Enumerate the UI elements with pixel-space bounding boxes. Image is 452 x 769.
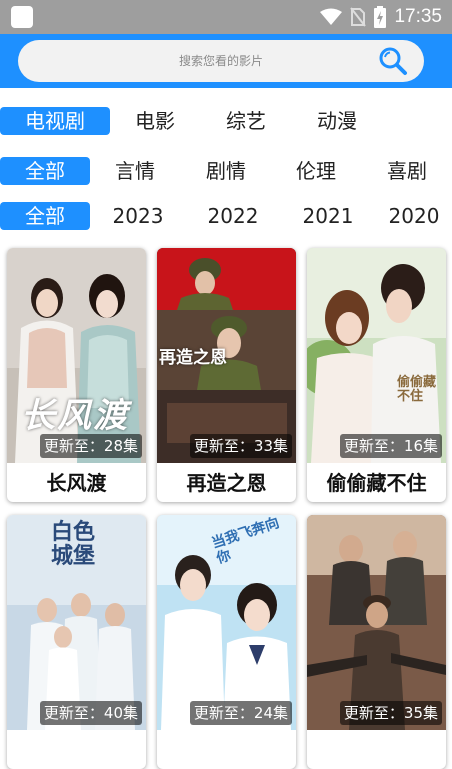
year-2020[interactable]: 2020 — [376, 202, 452, 230]
video-card[interactable]: 长风渡 更新至：28集 长风渡 — [7, 248, 146, 502]
year-all[interactable]: 全部 — [0, 202, 90, 230]
no-sim-icon — [350, 7, 367, 27]
search-placeholder: 搜索您看的影片 — [178, 54, 263, 68]
genre-drama[interactable]: 剧情 — [180, 157, 272, 185]
video-card[interactable]: 再造之恩 更新至：33集 再造之恩 — [157, 248, 296, 502]
poster-title-art: 长风渡 — [21, 396, 129, 436]
video-card[interactable]: 白色城堡 更新至：40集 — [7, 515, 146, 769]
card-title — [7, 731, 146, 769]
tab-anime[interactable]: 动漫 — [292, 107, 382, 135]
poster-image: 白色城堡 更新至：40集 — [7, 515, 146, 730]
app-notification-icon — [11, 6, 33, 28]
episode-badge: 更新至：24集 — [189, 701, 292, 725]
tab-variety[interactable]: 综艺 — [200, 107, 292, 135]
year-filter-row: 全部 2023 2022 2021 2020 — [0, 202, 452, 232]
category-tabs: 电视剧 电影 综艺 动漫 — [0, 107, 452, 137]
poster-title-art: 白色城堡 — [51, 520, 96, 569]
poster-image: 偷偷藏不住 更新至：16集 — [307, 248, 446, 463]
poster-image: 当我飞奔向你 更新至：24集 — [157, 515, 296, 730]
video-card[interactable]: 更新至：35集 — [307, 515, 446, 769]
card-title: 长风渡 — [46, 471, 107, 495]
card-title — [307, 731, 446, 769]
search-input[interactable]: 搜索您看的影片 — [18, 40, 424, 82]
status-bar: 17:35 — [0, 0, 452, 34]
poster-title-art: 再造之恩 — [159, 348, 227, 368]
episode-badge: 更新至：33集 — [189, 434, 292, 458]
wifi-icon — [320, 8, 343, 25]
year-2023[interactable]: 2023 — [92, 202, 184, 230]
episode-badge: 更新至：35集 — [339, 701, 442, 725]
video-card[interactable]: 当我飞奔向你 更新至：24集 — [157, 515, 296, 769]
episode-badge: 更新至：40集 — [39, 701, 142, 725]
header-bar: 搜索您看的影片 — [0, 34, 452, 88]
genre-comedy[interactable]: 喜剧 — [362, 157, 452, 185]
tab-tv-series[interactable]: 电视剧 — [0, 107, 110, 135]
video-card[interactable]: 偷偷藏不住 更新至：16集 偷偷藏不住 — [307, 248, 446, 502]
poster-image: 长风渡 更新至：28集 — [7, 248, 146, 463]
poster-title-art: 偷偷藏不住 — [397, 375, 437, 404]
card-title: 再造之恩 — [186, 471, 267, 495]
genre-all[interactable]: 全部 — [0, 157, 90, 185]
card-title — [157, 731, 296, 769]
year-2021[interactable]: 2021 — [282, 202, 374, 230]
genre-filter-row: 全部 言情 剧情 伦理 喜剧 — [0, 157, 452, 187]
episode-badge: 更新至：28集 — [39, 434, 142, 458]
episode-badge: 更新至：16集 — [339, 434, 442, 458]
tab-movies[interactable]: 电影 — [110, 107, 200, 135]
poster-image: 再造之恩 更新至：33集 — [157, 248, 296, 463]
search-icon[interactable] — [378, 46, 408, 76]
clock: 17:35 — [394, 6, 442, 27]
poster-image: 更新至：35集 — [307, 515, 446, 730]
year-2022[interactable]: 2022 — [186, 202, 280, 230]
card-title: 偷偷藏不住 — [326, 471, 427, 495]
battery-charging-icon — [374, 6, 387, 28]
genre-ethics[interactable]: 伦理 — [272, 157, 360, 185]
genre-romance[interactable]: 言情 — [90, 157, 180, 185]
